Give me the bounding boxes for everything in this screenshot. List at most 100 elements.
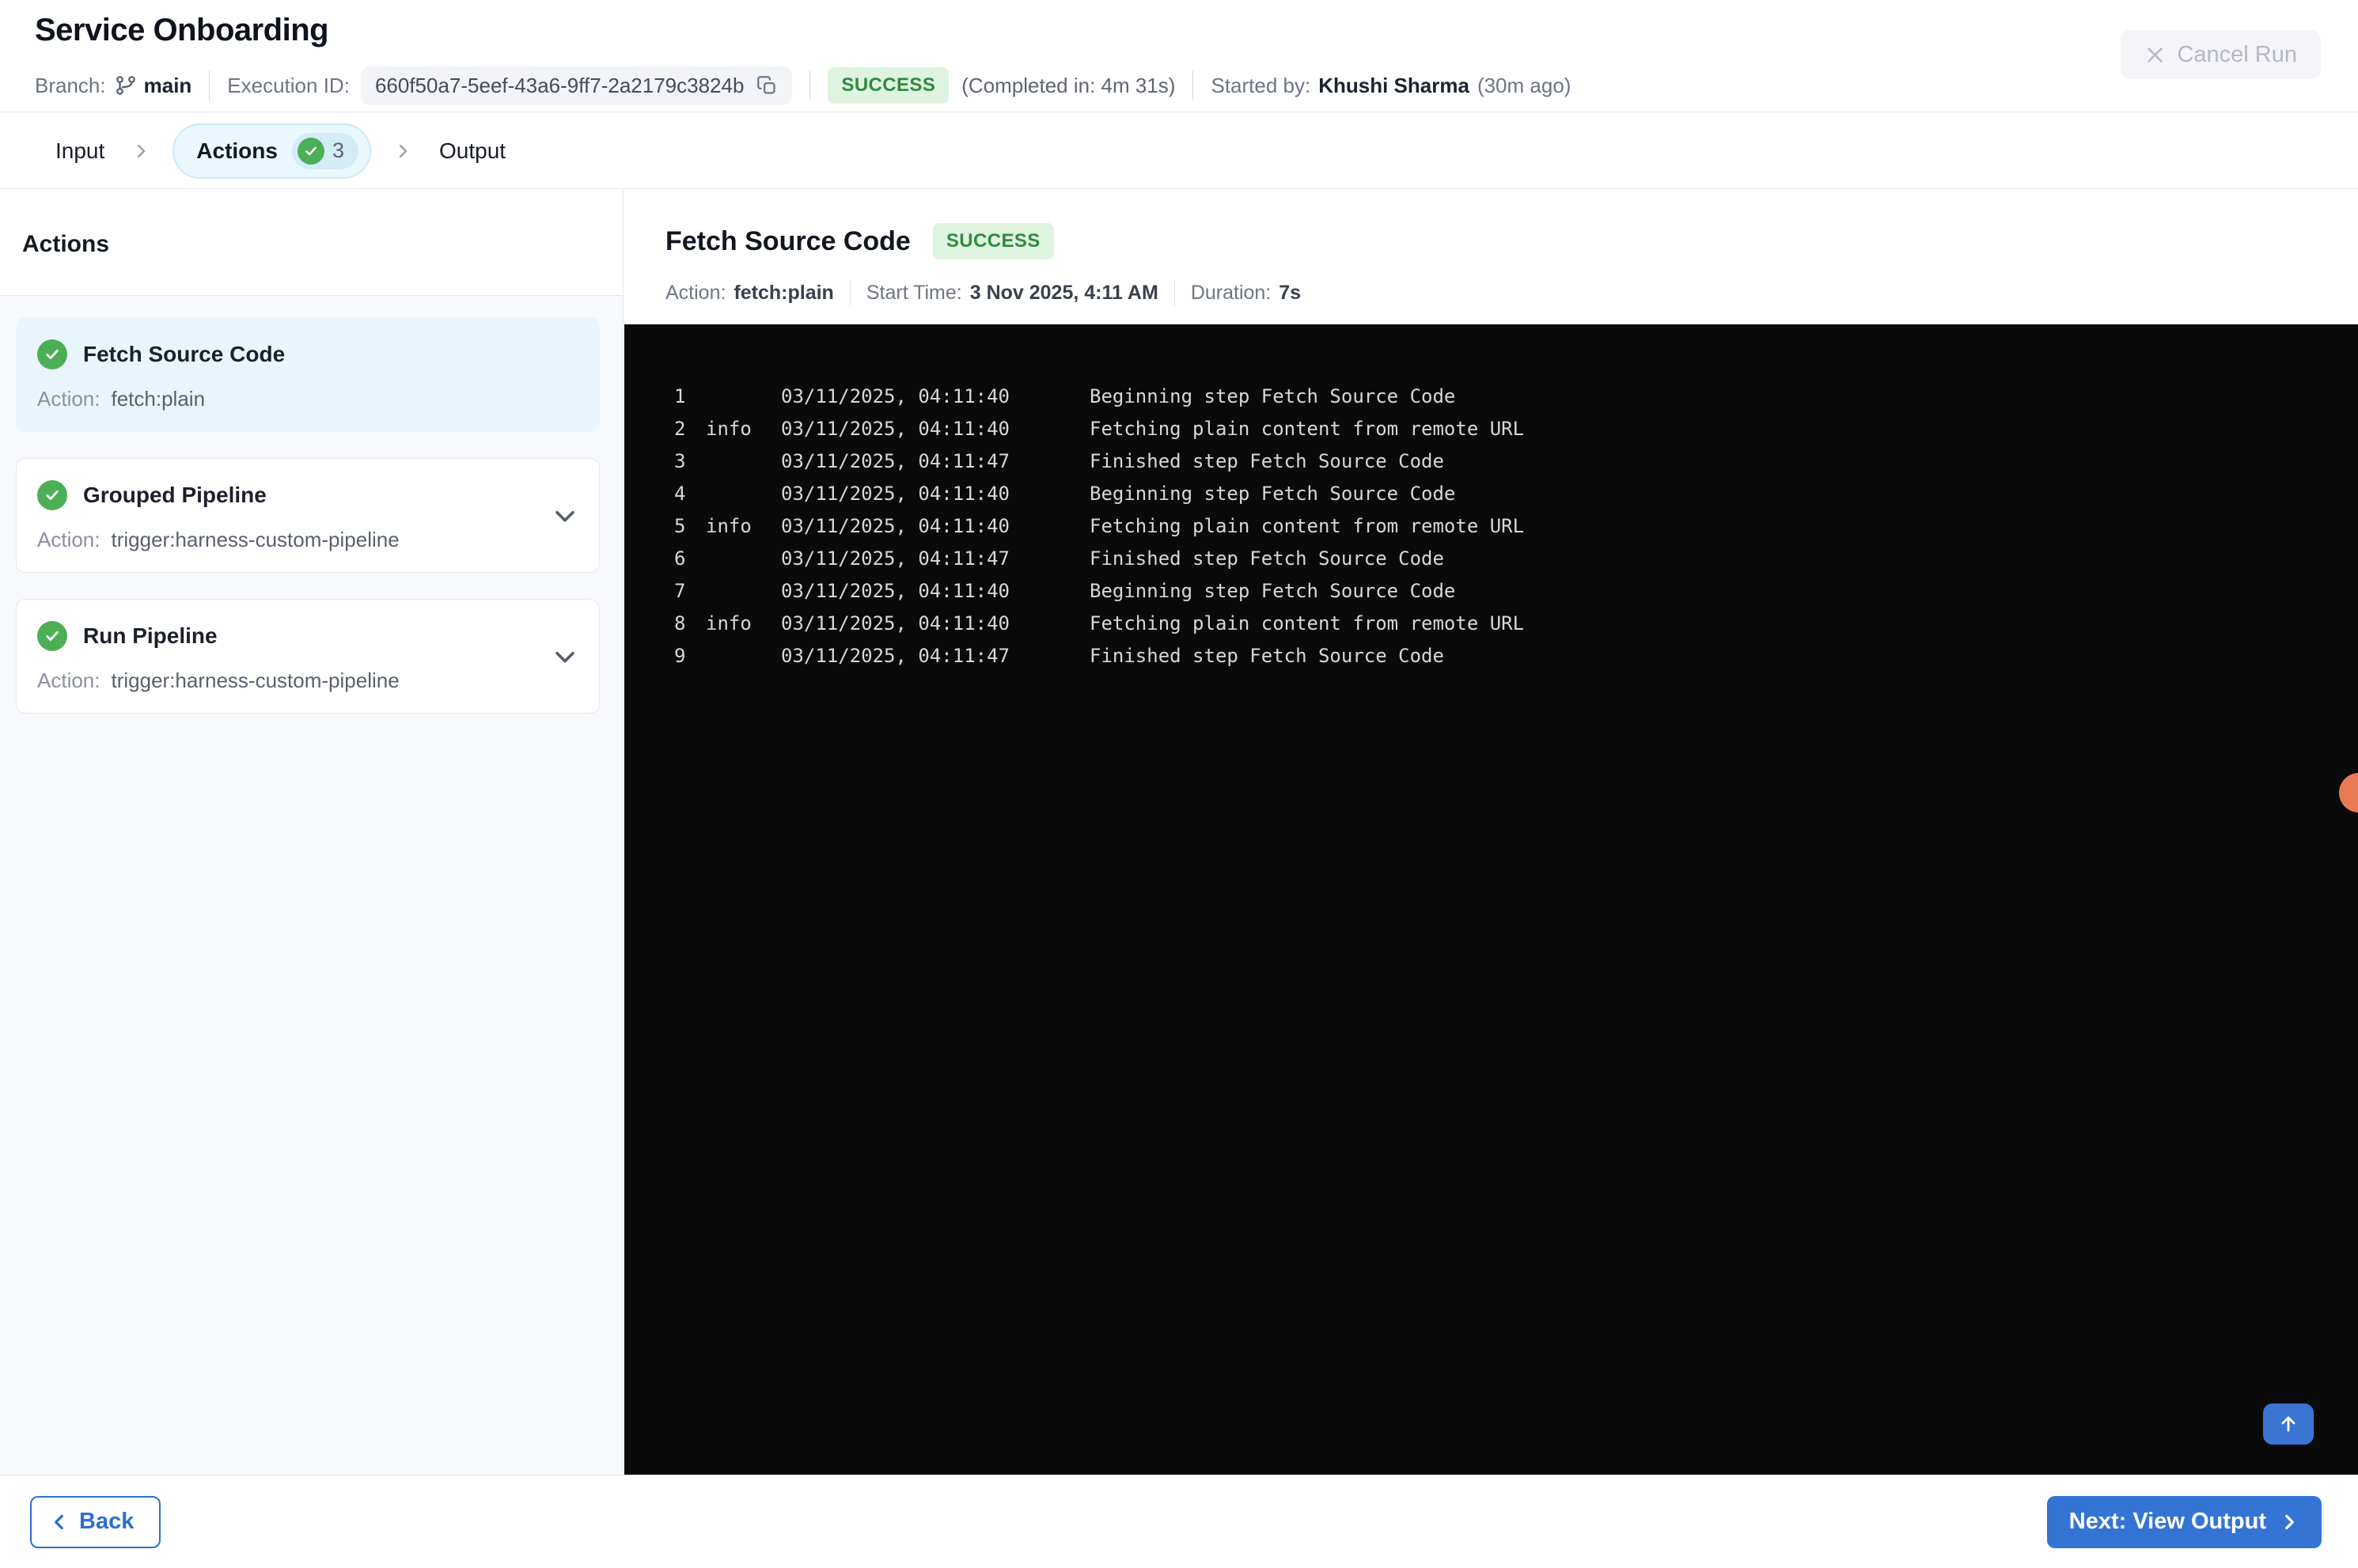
divider [809, 70, 811, 100]
cancel-run-label: Cancel Run [2177, 41, 2297, 67]
log-level: info [706, 417, 752, 440]
sidebar-heading: Actions [22, 231, 110, 257]
started-by-label: Started by: [1211, 73, 1311, 97]
next-view-output-button[interactable]: Next: View Output [2046, 1495, 2322, 1548]
arrow-up-icon [2281, 1416, 2295, 1432]
chevron-down-icon[interactable] [552, 643, 578, 670]
detail-start-value: 3 Nov 2025, 4:11 AM [969, 281, 1158, 304]
chevron-left-icon [55, 1514, 63, 1529]
card-subtitle: Action: fetch:plain [37, 387, 578, 411]
page-title: Service Onboarding [35, 13, 329, 47]
log-line-number: 8 [674, 612, 686, 634]
log-timestamp: 03/11/2025, 04:11:40 [781, 579, 1010, 602]
divider [1173, 280, 1175, 305]
card-subtitle: Action: trigger:harness-custom-pipeline [37, 668, 578, 693]
success-check-icon [37, 621, 67, 651]
back-button[interactable]: Back [30, 1495, 161, 1548]
log-timestamp: 03/11/2025, 04:11:47 [781, 449, 1010, 472]
log-timestamp: 03/11/2025, 04:11:47 [781, 644, 1010, 667]
log-timestamp: 03/11/2025, 04:11:40 [781, 482, 1010, 505]
cancel-run-button[interactable]: Cancel Run [2121, 30, 2321, 79]
actions-sidebar: Actions Fetch Source Code Action: fetch:… [0, 190, 624, 1475]
execution-meta-row: Branch: main Execution ID: 660f50a7-5eef… [35, 66, 1571, 105]
detail-action-value: fetch:plain [734, 281, 834, 304]
divider [849, 280, 851, 305]
card-title: Grouped Pipeline [83, 483, 267, 507]
tab-input[interactable]: Input [51, 131, 109, 172]
divider [209, 70, 210, 100]
close-icon [2148, 47, 2163, 62]
chevron-down-icon[interactable] [552, 502, 578, 529]
step-tabbar: Input Actions 3 Output [0, 113, 2358, 189]
log-line: 3 03/11/2025, 04:11:47 Finished step Fetch… [674, 445, 2358, 477]
action-value: trigger:harness-custom-pipeline [111, 528, 400, 551]
log-line-number: 1 [674, 384, 686, 407]
log-timestamp: 03/11/2025, 04:11:40 [781, 417, 1010, 440]
log-timestamp: 03/11/2025, 04:11:40 [781, 384, 1010, 407]
log-timestamp: 03/11/2025, 04:11:47 [781, 547, 1010, 570]
log-message: Fetching plain content from remote URL [1090, 612, 1525, 634]
card-title: Fetch Source Code [83, 342, 286, 366]
next-button-label: Next: View Output [2068, 1509, 2266, 1534]
log-line: 5 info 03/11/2025, 04:11:40 Fetching plain … [674, 509, 2358, 542]
action-value: trigger:harness-custom-pipeline [111, 668, 400, 692]
sidebar-header: Actions [0, 190, 623, 295]
detail-header: Fetch Source Code SUCCESS Action: fetch:… [624, 190, 2358, 305]
divider [1192, 70, 1194, 100]
log-line: 4 03/11/2025, 04:11:40 Beginning step Fetc… [674, 477, 2358, 509]
detail-start-label: Start Time: [866, 281, 962, 304]
action-card-run-pipeline[interactable]: Run Pipeline Action: trigger:harness-cus… [16, 599, 600, 714]
detail-status-badge: SUCCESS [932, 223, 1054, 259]
log-line-number: 5 [674, 514, 686, 537]
app-window: Service Onboarding Branch: main Executio… [0, 0, 2358, 1568]
detail-action-label: Action: [665, 281, 726, 304]
copy-icon[interactable] [756, 75, 778, 97]
log-line-number: 2 [674, 417, 686, 440]
log-line-number: 7 [674, 579, 686, 602]
log-message: Beginning step Fetch Source Code [1090, 482, 1456, 505]
log-message: Finished step Fetch Source Code [1090, 644, 1444, 667]
log-timestamp: 03/11/2025, 04:11:40 [781, 612, 1010, 634]
log-level: info [706, 514, 752, 537]
check-circle-icon [297, 137, 324, 165]
sidebar-body: Fetch Source Code Action: fetch:plain Gr… [0, 295, 623, 1475]
log-timestamp: 03/11/2025, 04:11:40 [781, 514, 1010, 537]
action-detail-panel: Fetch Source Code SUCCESS Action: fetch:… [624, 190, 2358, 1475]
status-badge: SUCCESS [828, 67, 950, 104]
card-header: Fetch Source Code [37, 339, 578, 369]
tab-actions-label: Actions [196, 138, 278, 163]
detail-title: Fetch Source Code [665, 225, 911, 256]
actions-count: 3 [332, 138, 344, 162]
success-check-icon [37, 339, 67, 369]
log-line: 1 03/11/2025, 04:11:40 Beginning step Fetc… [674, 380, 2358, 412]
tab-output[interactable]: Output [434, 131, 510, 172]
actions-count-badge: 3 [291, 132, 358, 169]
log-message: Fetching plain content from remote URL [1090, 514, 1525, 537]
completed-in-text: (Completed in: 4m 31s) [961, 73, 1176, 97]
action-card-grouped-pipeline[interactable]: Grouped Pipeline Action: trigger:harness… [16, 458, 600, 573]
execution-id-pill: 660f50a7-5eef-43a6-9ff7-2a2179c3824b [360, 66, 793, 105]
log-line: 7 03/11/2025, 04:11:40 Beginning step Fetc… [674, 574, 2358, 607]
action-card-fetch-source-code[interactable]: Fetch Source Code Action: fetch:plain [16, 317, 600, 432]
tab-actions[interactable]: Actions 3 [172, 123, 371, 179]
log-line-number: 6 [674, 547, 686, 570]
log-line: 8 info 03/11/2025, 04:11:40 Fetching plain … [674, 607, 2358, 639]
started-ago-text: (30m ago) [1477, 73, 1571, 97]
chevron-right-icon [138, 144, 146, 157]
action-label: Action: [37, 668, 100, 692]
log-line: 6 03/11/2025, 04:11:47 Finished step Fetch… [674, 542, 2358, 574]
log-line: 2 info 03/11/2025, 04:11:40 Fetching plain … [674, 412, 2358, 445]
execution-id-label: Execution ID: [227, 73, 350, 97]
detail-duration-label: Duration: [1190, 281, 1272, 304]
log-line-number: 4 [674, 482, 686, 505]
log-message: Finished step Fetch Source Code [1090, 449, 1444, 472]
log-message: Fetching plain content from remote URL [1090, 417, 1525, 440]
git-branch-icon [116, 76, 135, 95]
log-console[interactable]: 1 03/11/2025, 04:11:40 Beginning step Fetc… [624, 324, 2358, 1475]
branch-name: main [143, 73, 192, 97]
detail-duration-value: 7s [1279, 281, 1302, 304]
log-line-number: 9 [674, 644, 686, 667]
execution-id-value: 660f50a7-5eef-43a6-9ff7-2a2179c3824b [374, 73, 745, 97]
scroll-to-top-button[interactable] [2263, 1403, 2314, 1445]
card-header: Grouped Pipeline [37, 480, 578, 510]
